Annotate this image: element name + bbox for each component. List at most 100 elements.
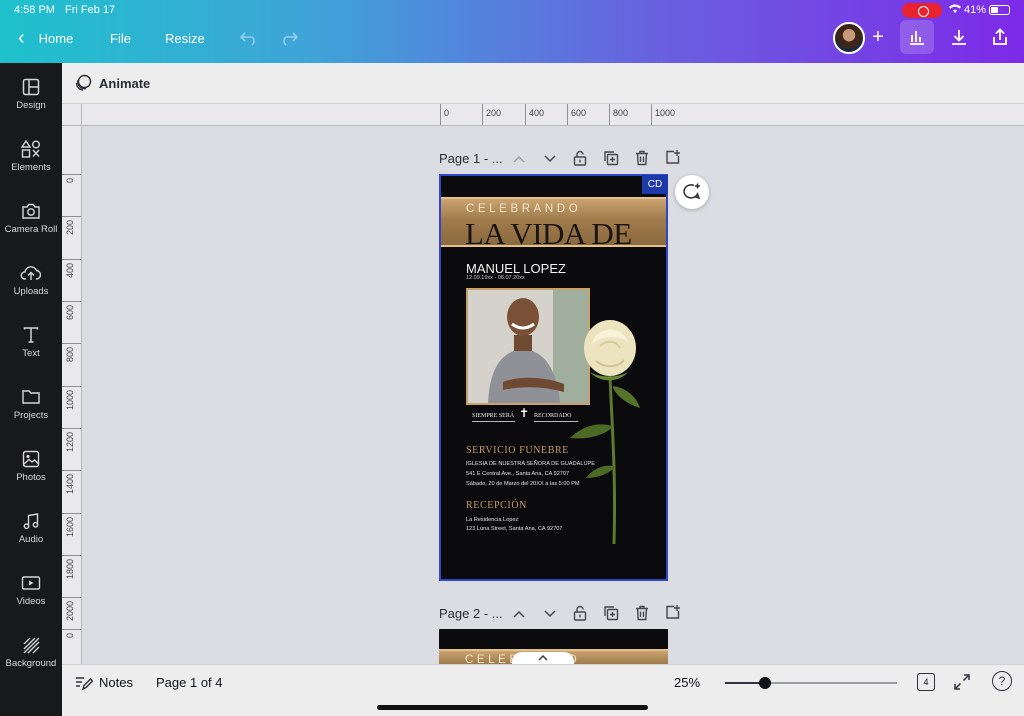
sidebar-item-label: Text [22,348,40,359]
service-title[interactable]: SERVICIO FUNEBRE [466,445,569,456]
chevron-left-icon: ‹ [18,27,25,49]
resize-button[interactable]: Resize [165,26,205,50]
background-pattern-icon [23,637,40,654]
reception-line[interactable]: La Residencia Lopez [466,517,518,523]
cross-icon[interactable]: ✝ [519,406,529,420]
sidebar: Design Elements Camera Roll Uploads Text… [0,63,62,716]
notes-icon[interactable] [75,675,94,696]
chevron-down-icon[interactable] [541,605,559,623]
lock-icon[interactable] [571,149,589,167]
ruler-tick: 1800 [62,555,81,579]
title-band: CELEBRANDO LA VIDA DE [441,197,666,251]
file-menu-button[interactable]: File [110,26,131,50]
sidebar-item-design[interactable]: Design [0,78,62,111]
top-bar: 4:58 PM Fri Feb 17 41% ‹ Home File Resiz… [0,0,1024,63]
share-icon[interactable] [983,20,1017,54]
siempre-text[interactable]: SIEMPRE SERÁ [472,413,514,419]
sidebar-item-label: Background [5,658,57,669]
camera-icon [22,203,40,219]
sidebar-item-elements[interactable]: Elements [0,140,62,173]
service-line[interactable]: Sábado, 20 de Marzo del 20XX a las 5:00 … [466,481,580,487]
add-page-icon[interactable] [664,148,682,166]
text-icon [23,327,39,343]
sidebar-item-label: Photos [16,472,46,483]
celebrando-text[interactable]: CELEBRANDO [466,203,581,215]
ruler-tick: 400 [525,104,544,125]
zoom-slider-handle[interactable] [759,677,771,689]
sidebar-item-background[interactable]: Background [0,636,62,669]
ruler-tick: 1000 [62,386,81,410]
sidebar-item-videos[interactable]: Videos [0,574,62,607]
zoom-slider[interactable] [725,677,897,689]
status-date: Fri Feb 17 [65,4,116,16]
recordado-text[interactable]: RECORDADO [534,413,571,419]
animate-icon[interactable] [74,74,92,97]
chevron-up-icon[interactable] [510,150,528,168]
sidebar-item-projects[interactable]: Projects [0,388,62,421]
notes-button[interactable]: Notes [99,675,133,690]
fullscreen-icon[interactable] [953,673,971,696]
design-icon [22,78,40,96]
lock-icon[interactable] [571,604,589,622]
home-label: Home [38,30,74,46]
page-indicator: Page 1 of 4 [156,675,223,690]
divider [472,421,515,422]
page-1-title[interactable]: Page 1 - ... [439,151,503,166]
duplicate-page-icon[interactable] [602,604,620,622]
page-2-title[interactable]: Page 2 - ... [439,606,503,621]
animate-button[interactable]: Animate [99,76,150,91]
home-back-button[interactable]: ‹ Home [18,26,73,50]
sidebar-item-uploads[interactable]: Uploads [0,264,62,297]
add-comment-button[interactable] [675,175,709,209]
redo-icon[interactable] [280,26,298,50]
deceased-name[interactable]: MANUEL LOPEZ [466,261,566,276]
ruler-tick: 0 [62,629,81,638]
undo-icon[interactable] [240,26,258,50]
life-dates[interactable]: 12.09.19xx - 06.07.20xx [466,275,525,281]
sidebar-item-label: Uploads [13,286,49,297]
status-bar: 4:58 PM Fri Feb 17 41% [0,0,1024,20]
ruler-tick: 200 [62,216,81,235]
ruler-tick: 1400 [62,470,81,494]
sidebar-item-label: Design [16,100,46,111]
zoom-level[interactable]: 25% [674,675,700,690]
music-note-icon [23,513,39,530]
ruler-tick: 0 [440,104,449,125]
ruler-tick: 800 [609,104,628,125]
design-page-1[interactable]: CELEBRANDO LA VIDA DE MANUEL LOPEZ 12.09… [439,174,668,581]
chevron-down-icon[interactable] [541,150,559,168]
sidebar-item-audio[interactable]: Audio [0,512,62,545]
collaborator-badge: CD [642,175,668,194]
chevron-up-icon[interactable] [510,605,528,623]
reception-title[interactable]: RECEPCIÓN [466,500,527,511]
sidebar-item-camera-roll[interactable]: Camera Roll [0,202,62,235]
ruler-tick: 600 [567,104,586,125]
photo-icon [22,450,40,468]
service-line[interactable]: 541 E Central Ave., Santa Ana, CA 92707 [466,471,569,477]
ruler-tick: 1000 [651,104,675,125]
trash-icon[interactable] [633,604,651,622]
ruler-tick: 1200 [62,428,81,452]
add-collaborator-button[interactable]: + [864,24,892,52]
ruler-tick: 200 [482,104,501,125]
add-page-icon[interactable] [664,603,682,621]
sidebar-item-text[interactable]: Text [0,326,62,359]
service-line[interactable]: IGLESIA DE NUESTRA SEÑORA DE GUADALUPE [466,461,595,467]
help-button[interactable]: ? [992,671,1012,691]
battery-icon [989,5,1010,15]
duplicate-page-icon[interactable] [602,149,620,167]
avatar[interactable] [833,22,865,54]
wifi-icon [948,3,962,17]
insights-chart-icon[interactable] [900,20,934,54]
page-count-button[interactable]: 4 [917,673,935,691]
reception-line[interactable]: 123 Luna Street, Santa Ana, CA 92707 [466,526,562,532]
elements-icon [21,140,40,158]
sidebar-item-photos[interactable]: Photos [0,450,62,483]
white-rose-image[interactable] [566,316,651,546]
heading-text[interactable]: LA VIDA DE [465,216,632,252]
sidebar-item-label: Audio [18,534,44,545]
sidebar-item-label: Elements [11,162,51,173]
trash-icon[interactable] [633,149,651,167]
download-icon[interactable] [942,20,976,54]
comment-plus-icon [683,183,701,200]
